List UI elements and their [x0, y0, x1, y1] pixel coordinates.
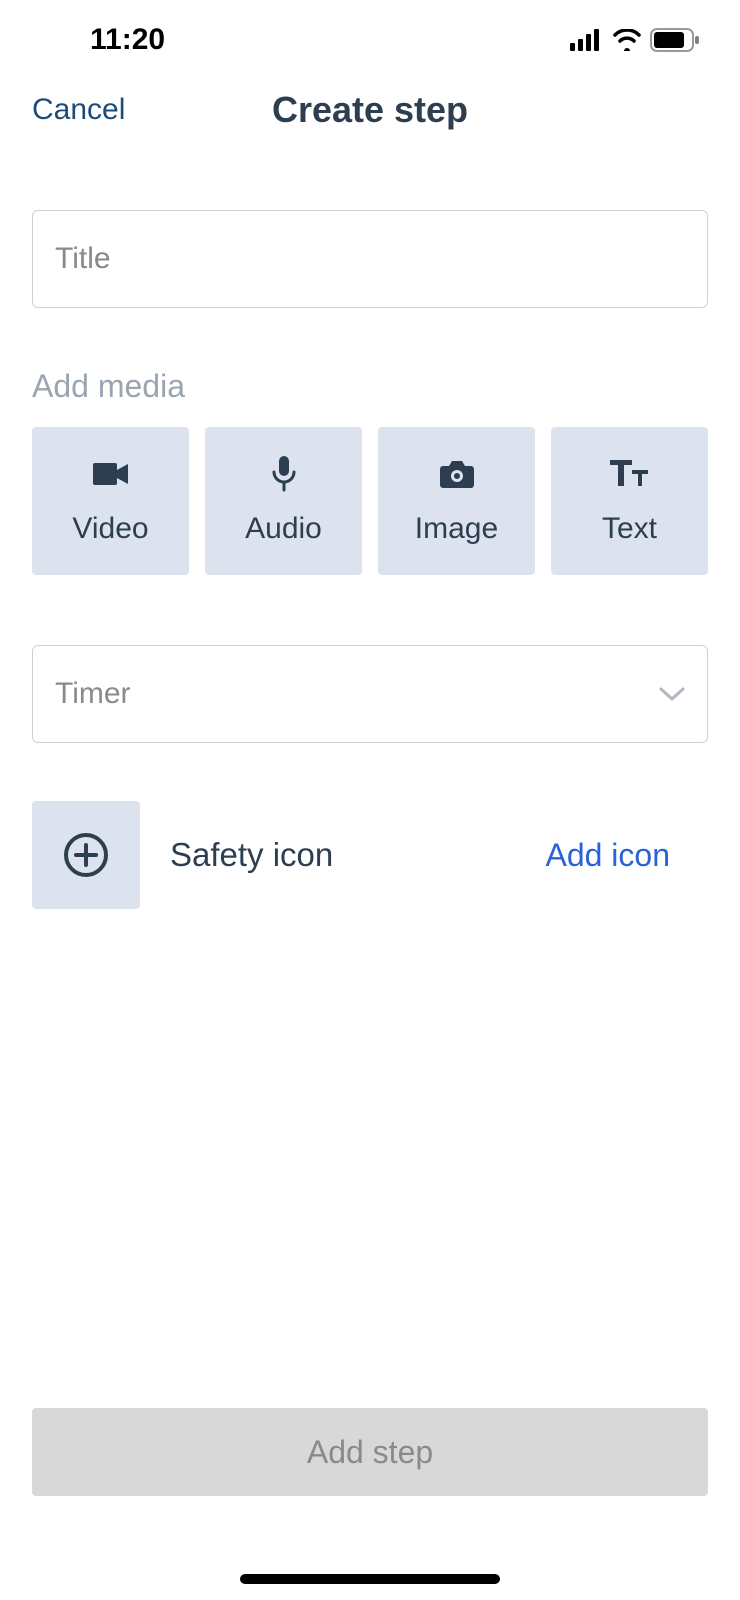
media-row: Video Audio Image: [32, 427, 708, 575]
page-title: Create step: [272, 89, 468, 131]
status-icons: [570, 28, 700, 52]
video-icon: [93, 456, 129, 492]
safety-icon-row: Safety icon Add icon: [32, 801, 708, 909]
media-tile-label: Image: [415, 512, 498, 546]
status-bar: 11:20: [0, 0, 740, 70]
media-tile-label: Text: [602, 512, 657, 546]
chevron-down-icon: [659, 686, 685, 702]
audio-icon: [271, 456, 297, 492]
wifi-icon: [612, 29, 642, 51]
home-indicator[interactable]: [240, 1574, 500, 1584]
timer-select[interactable]: Timer: [32, 645, 708, 743]
image-icon: [439, 456, 475, 492]
media-tile-label: Audio: [245, 512, 322, 546]
header: Cancel Create step: [0, 70, 740, 150]
media-tile-image[interactable]: Image: [378, 427, 535, 575]
safety-icon-label: Safety icon: [170, 836, 515, 874]
plus-circle-icon: [62, 831, 110, 879]
add-icon-button[interactable]: Add icon: [545, 837, 708, 874]
status-time: 11:20: [40, 23, 165, 57]
title-input[interactable]: [32, 210, 708, 308]
timer-label: Timer: [55, 677, 131, 711]
add-media-label: Add media: [32, 368, 708, 405]
signal-icon: [570, 29, 604, 51]
add-step-button[interactable]: Add step: [32, 1408, 708, 1496]
battery-icon: [650, 28, 700, 52]
media-tile-video[interactable]: Video: [32, 427, 189, 575]
media-tile-audio[interactable]: Audio: [205, 427, 362, 575]
cancel-button[interactable]: Cancel: [32, 93, 125, 127]
text-icon: [610, 456, 650, 492]
media-tile-label: Video: [72, 512, 148, 546]
media-tile-text[interactable]: Text: [551, 427, 708, 575]
safety-icon-placeholder[interactable]: [32, 801, 140, 909]
